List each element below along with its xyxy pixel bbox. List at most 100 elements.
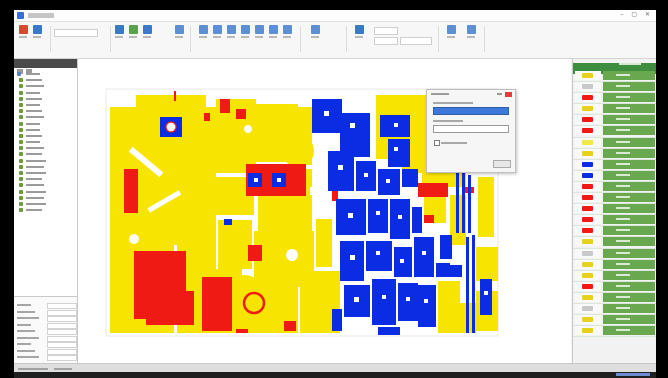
- part-list-item[interactable]: [573, 82, 656, 94]
- property-value-field[interactable]: [47, 322, 77, 329]
- zoom-fit-button[interactable]: [240, 25, 250, 38]
- property-value-field[interactable]: [47, 316, 77, 322]
- import-button[interactable]: [114, 25, 124, 38]
- move-button[interactable]: [198, 25, 208, 38]
- property-value-field[interactable]: [47, 342, 77, 348]
- part-list-item[interactable]: [573, 93, 656, 105]
- ribbon-button-label: [255, 36, 263, 38]
- part-list-item[interactable]: [573, 303, 656, 316]
- arrange-button[interactable]: [142, 25, 152, 38]
- property-value-field[interactable]: [47, 348, 77, 355]
- part-list-item[interactable]: [573, 226, 656, 238]
- quick-access-toolbar[interactable]: [28, 13, 54, 18]
- ribbon-toolbar: [14, 22, 656, 59]
- part-thumbnail: [575, 315, 601, 325]
- red-part: [424, 215, 434, 223]
- part-list-item[interactable]: [573, 292, 656, 304]
- part-list-item[interactable]: [573, 215, 656, 227]
- hole: [350, 123, 355, 128]
- ribbon-value-field[interactable]: [374, 37, 398, 45]
- red-part: [220, 99, 230, 113]
- part-list-item[interactable]: [573, 259, 656, 271]
- property-value-field[interactable]: [47, 303, 77, 309]
- part-quantity-label: [616, 207, 630, 210]
- blue-part: [224, 219, 232, 225]
- rotate-button[interactable]: [254, 25, 264, 38]
- cutout: [129, 234, 139, 244]
- part-thumbnail: [575, 159, 601, 169]
- hole: [350, 255, 355, 260]
- distance-button[interactable]: [282, 25, 292, 38]
- part-list-item[interactable]: [573, 248, 656, 260]
- dialog-close-icon[interactable]: [505, 92, 512, 97]
- part-list-item[interactable]: [573, 237, 656, 249]
- property-value-field[interactable]: [47, 329, 77, 335]
- part-details: [603, 259, 655, 269]
- part-list-item[interactable]: [573, 115, 656, 127]
- system-tray[interactable]: [616, 373, 650, 376]
- blue-part: [340, 113, 370, 157]
- dialog-dropdown[interactable]: [433, 125, 509, 133]
- part-list-item[interactable]: [573, 104, 656, 116]
- ribbon-separator: [190, 26, 191, 52]
- dialog-minimize-icon[interactable]: [497, 93, 502, 95]
- ribbon-separator: [50, 26, 51, 52]
- open-button[interactable]: [32, 25, 42, 38]
- nesting-canvas[interactable]: [78, 59, 571, 363]
- tree-node-label: [26, 85, 44, 88]
- part-list-item[interactable]: [573, 148, 656, 160]
- dialog-checkbox[interactable]: [434, 140, 440, 146]
- part-list-item[interactable]: [573, 126, 656, 138]
- mirror-button[interactable]: [268, 25, 278, 38]
- align-button[interactable]: [310, 25, 320, 38]
- part-list-item[interactable]: [573, 181, 656, 194]
- part-file-icon: [19, 96, 23, 101]
- ribbon-dropdown[interactable]: [54, 29, 98, 37]
- layer-button[interactable]: [354, 25, 364, 38]
- part-shape-icon: [582, 195, 593, 201]
- tree-node-label: [26, 134, 42, 137]
- ribbon-separator: [110, 26, 111, 52]
- part-thumbnail: [575, 303, 601, 313]
- property-value-field[interactable]: [47, 355, 77, 361]
- ribbon-value-field[interactable]: [374, 27, 398, 35]
- zoom-out-button[interactable]: [226, 25, 236, 38]
- dialog-selected-option[interactable]: [433, 107, 509, 115]
- part-list-item[interactable]: [573, 315, 656, 327]
- part-list-item[interactable]: [573, 204, 656, 216]
- help-button[interactable]: [466, 25, 476, 38]
- part-list-item[interactable]: [573, 71, 656, 83]
- part-list-item[interactable]: [573, 193, 656, 205]
- part-list-item[interactable]: [573, 159, 656, 171]
- part-details: [603, 181, 655, 191]
- property-value-field[interactable]: [47, 309, 77, 316]
- part-thumbnail: [575, 82, 601, 92]
- part-shape-icon: [582, 305, 593, 311]
- dialog-ok-button[interactable]: [493, 160, 511, 168]
- ribbon-button-label: [241, 36, 249, 38]
- part-list-item[interactable]: [573, 170, 656, 182]
- hole: [398, 215, 402, 219]
- part-list-item[interactable]: [573, 137, 656, 149]
- dialog-title: [431, 93, 449, 95]
- part-list-item[interactable]: [573, 270, 656, 282]
- property-value-field[interactable]: [47, 335, 77, 342]
- part-shape-icon: [582, 294, 593, 300]
- window-controls[interactable]: – ▢ ✕: [620, 11, 653, 18]
- part-details: [603, 303, 655, 313]
- part-quantity-label: [616, 162, 630, 165]
- part-quantity-label: [616, 85, 630, 88]
- part-list-item[interactable]: [573, 281, 656, 293]
- part-list-item[interactable]: [573, 326, 656, 338]
- settings-button[interactable]: [446, 25, 456, 38]
- tree-node[interactable]: [17, 207, 75, 213]
- select-button[interactable]: [174, 25, 184, 38]
- yellow-part: [478, 177, 494, 237]
- part-thumbnail: [575, 93, 601, 103]
- part-details: [603, 126, 655, 136]
- app-icon[interactable]: [17, 12, 24, 19]
- new-button[interactable]: [18, 25, 28, 38]
- ribbon-value-field[interactable]: [400, 37, 432, 45]
- export-button[interactable]: [128, 25, 138, 38]
- zoom-in-button[interactable]: [212, 25, 222, 38]
